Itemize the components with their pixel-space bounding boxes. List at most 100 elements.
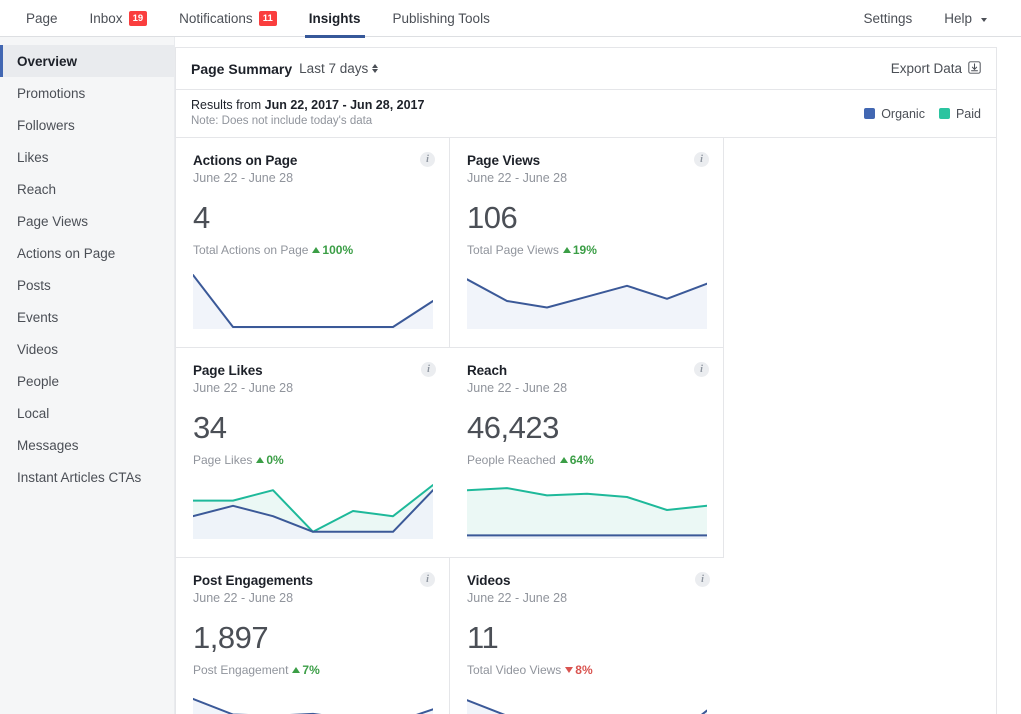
metric-card-value: 106 <box>467 202 706 233</box>
metric-delta-value: 100% <box>322 243 353 257</box>
metric-card-title: Reach <box>467 363 706 378</box>
metric-delta-value: 64% <box>570 453 594 467</box>
page-layout: Overview PromotionsFollowersLikes Reach Pag… <box>0 37 1021 714</box>
metric-card-title: Videos <box>467 573 707 588</box>
sidebar-item-overview[interactable]: Overview <box>0 45 174 77</box>
tab-insights[interactable]: Insights <box>293 0 377 37</box>
metric-card-caption-label: Total Video Views <box>467 663 561 677</box>
sidebar-item-label: Overview <box>17 54 77 69</box>
info-icon[interactable]: i <box>694 152 709 167</box>
tab-inbox[interactable]: Inbox19 <box>74 0 164 37</box>
metric-card-value: 11 <box>467 622 707 653</box>
metric-delta: 64% <box>560 453 594 467</box>
arrow-up-icon <box>560 457 568 463</box>
metric-card-caption: People Reached 64% <box>467 453 706 467</box>
sidebar-item-page-views[interactable]: Page Views <box>0 205 174 237</box>
sidebar-item-messages[interactable]: Messages <box>0 429 174 461</box>
notification-badge: 11 <box>259 11 277 26</box>
sidebar-item-label: Videos <box>17 342 58 357</box>
nav-item-label: Insights <box>309 11 361 26</box>
sidebar-item-instant-articles-ctas[interactable]: Instant Articles CTAs <box>0 461 174 493</box>
page-title: Page Summary <box>191 61 292 77</box>
sidebar-item-local[interactable]: Local <box>0 397 174 429</box>
metric-delta-value: 8% <box>575 663 592 677</box>
metric-sparkline-chart <box>467 691 707 714</box>
sidebar-item-promotions[interactable]: Promotions <box>0 77 174 109</box>
sidebar-item-label: Messages <box>17 438 79 453</box>
sidebar-item-label: Reach <box>17 182 56 197</box>
metric-card-videos[interactable]: VideosJune 22 - June 2811Total Video Vie… <box>450 558 724 714</box>
date-range-label: Last 7 days <box>299 61 368 76</box>
metric-delta: 8% <box>565 663 592 677</box>
date-range-selector[interactable]: Last 7 days <box>299 61 378 76</box>
tab-notifications[interactable]: Notifications 11 <box>163 0 293 37</box>
metric-sparkline-chart <box>193 691 433 714</box>
top-nav-left-group: Page Inbox19 Notifications 11 Insights Publis… <box>0 0 506 36</box>
metric-delta: 19% <box>563 243 597 257</box>
nav-item-label: Inbox <box>90 11 123 26</box>
arrow-up-icon <box>563 247 571 253</box>
metric-card-title: Page Views <box>467 153 706 168</box>
sidebar-item-label: People <box>17 374 59 389</box>
chart-legend: Organic Paid <box>864 107 981 121</box>
metric-card-grid: Actions on PageJune 22 - June 284Total A… <box>176 138 996 714</box>
results-bar: Results from Jun 22, 2017 - Jun 28, 2017… <box>176 90 996 138</box>
info-icon[interactable]: i <box>695 572 710 587</box>
metric-delta: 0% <box>256 453 283 467</box>
metric-delta-value: 7% <box>302 663 319 677</box>
metric-sparkline-chart <box>193 271 433 329</box>
sidebar-item-reach[interactable]: Reach <box>0 173 174 205</box>
sidebar-item-likes[interactable]: Likes <box>0 141 174 173</box>
nav-item-label: Publishing Tools <box>393 11 490 26</box>
tab-publishing-tools[interactable]: Publishing Tools <box>377 0 506 37</box>
metric-card-title: Actions on Page <box>193 153 432 168</box>
results-note: Note: Does not include today's data <box>191 114 424 130</box>
metric-card-caption: Total Actions on Page 100% <box>193 243 432 257</box>
sidebar-item-posts[interactable]: Posts <box>0 269 174 301</box>
metric-sparkline-chart <box>467 271 707 329</box>
metric-delta: 7% <box>292 663 319 677</box>
metric-card-caption: Page Likes0% <box>193 453 433 467</box>
info-icon[interactable]: i <box>420 572 435 587</box>
info-icon[interactable]: i <box>420 152 435 167</box>
metric-card-caption-label: Total Actions on Page <box>193 243 308 257</box>
sidebar-item-videos[interactable]: Videos <box>0 333 174 365</box>
top-navigation-bar: Page Inbox19 Notifications 11 Insights Publis… <box>0 0 1021 37</box>
metric-card-page-likes[interactable]: Page LikesJune 22 - June 2834Page Likes0… <box>176 348 450 558</box>
metric-card-date-range: June 22 - June 28 <box>467 171 706 185</box>
panel-header: Page Summary Last 7 days Export Data <box>176 48 996 90</box>
metric-card-actions-on-page[interactable]: Actions on PageJune 22 - June 284Total A… <box>176 138 450 348</box>
metric-card-caption-label: People Reached <box>467 453 556 467</box>
top-nav-right-group: Settings Help <box>847 0 1021 36</box>
sidebar-item-followers[interactable]: Followers <box>0 109 174 141</box>
nav-item-label: Help <box>944 11 972 26</box>
sidebar-item-people[interactable]: People <box>0 365 174 397</box>
arrow-down-icon <box>565 667 573 673</box>
export-data-button[interactable]: Export Data <box>891 61 981 77</box>
results-prefix: Results from <box>191 98 265 112</box>
tab-page[interactable]: Page <box>10 0 74 37</box>
legend-swatch-icon <box>864 108 875 119</box>
legend-swatch-icon <box>939 108 950 119</box>
metric-card-reach[interactable]: ReachJune 22 - June 2846,423People Reach… <box>450 348 724 558</box>
sidebar-item-actions-on-page[interactable]: Actions on Page <box>0 237 174 269</box>
metric-card-page-views[interactable]: Page ViewsJune 22 - June 28106Total Page… <box>450 138 724 348</box>
info-icon[interactable]: i <box>421 362 436 377</box>
metric-card-value: 46,423 <box>467 412 706 443</box>
legend-entry-organic: Organic <box>864 107 925 121</box>
metric-card-caption: Post Engagement7% <box>193 663 432 677</box>
metric-card-value: 1,897 <box>193 622 432 653</box>
nav-help[interactable]: Help <box>928 0 1003 37</box>
info-icon[interactable]: i <box>694 362 709 377</box>
metric-card-date-range: June 22 - June 28 <box>193 591 432 605</box>
nav-settings[interactable]: Settings <box>847 0 928 37</box>
nav-item-label: Page <box>26 11 58 26</box>
metric-card-post-engagements[interactable]: Post EngagementsJune 22 - June 281,897Po… <box>176 558 450 714</box>
sidebar-item-events[interactable]: Events <box>0 301 174 333</box>
sidebar-item-label: Local <box>17 406 49 421</box>
download-icon <box>968 61 981 77</box>
sidebar-item-label: Instant Articles CTAs <box>17 470 141 485</box>
insights-sidebar: Overview PromotionsFollowersLikes Reach Pag… <box>0 37 175 714</box>
legend-entry-paid: Paid <box>939 107 981 121</box>
nav-item-label: Notifications <box>179 11 253 26</box>
